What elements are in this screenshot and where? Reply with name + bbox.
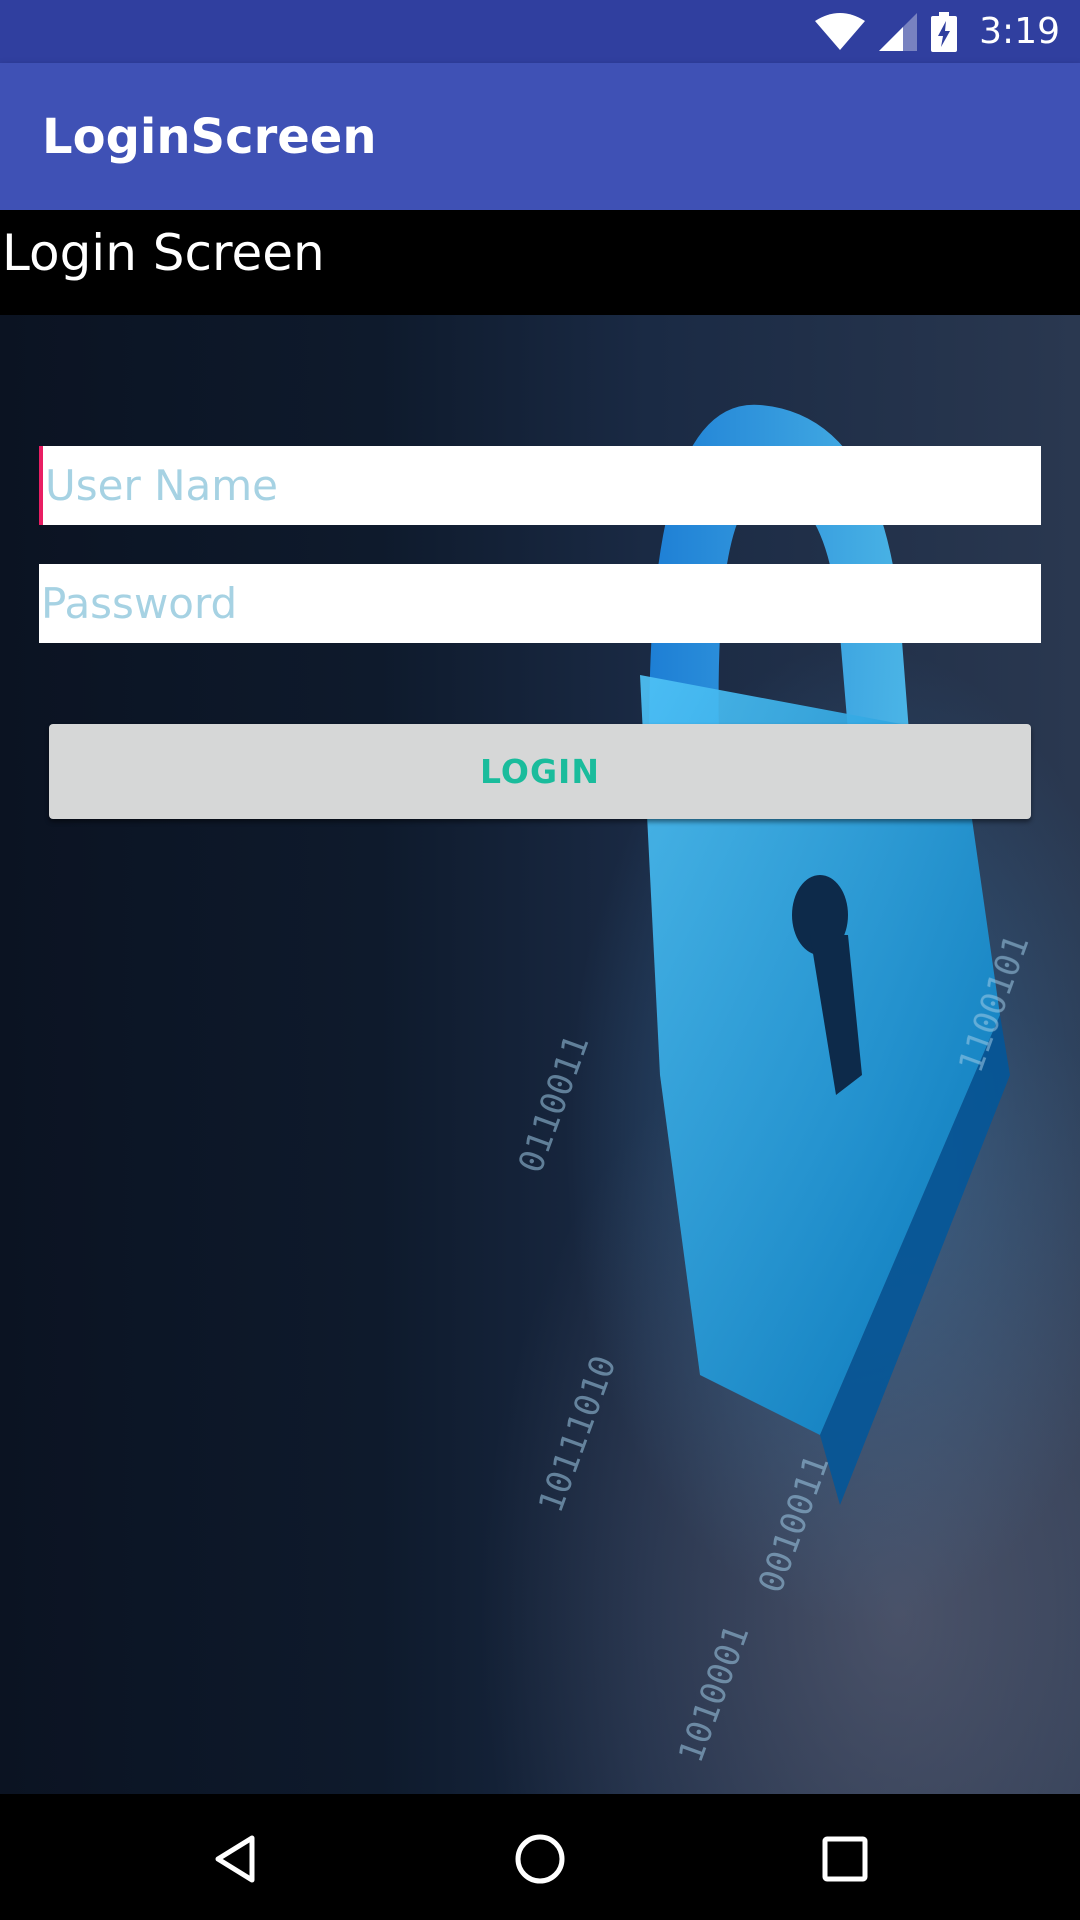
status-icons: 3:19 [815, 0, 1060, 63]
home-icon[interactable] [513, 1832, 567, 1886]
wifi-icon [815, 12, 866, 50]
svg-text:10111010: 10111010 [531, 1351, 625, 1519]
svg-text:1010001: 1010001 [671, 1620, 758, 1768]
password-input[interactable] [39, 564, 1041, 643]
login-button[interactable]: LOGIN [49, 724, 1031, 819]
back-icon[interactable] [208, 1832, 262, 1886]
app-bar: LoginScreen [0, 63, 1080, 210]
cell-signal-icon [879, 12, 918, 51]
padlock-illustration: 0110011 10111010 0010011 1100101 1010001 [511, 404, 1037, 1768]
navigation-bar [0, 1794, 1080, 1920]
page-heading: Login Screen [2, 224, 325, 282]
background-image: 0110011 10111010 0010011 1100101 1010001… [0, 315, 1080, 1794]
recents-icon[interactable] [818, 1832, 872, 1886]
battery-charging-icon [931, 11, 958, 52]
svg-text:0010011: 0010011 [751, 1450, 838, 1598]
app-title: LoginScreen [42, 108, 377, 165]
svg-text:0110011: 0110011 [511, 1030, 598, 1178]
username-input[interactable] [39, 446, 1041, 525]
status-bar: 3:19 [0, 0, 1080, 63]
header-strip: Login Screen [0, 210, 1080, 315]
status-time: 3:19 [979, 11, 1060, 52]
